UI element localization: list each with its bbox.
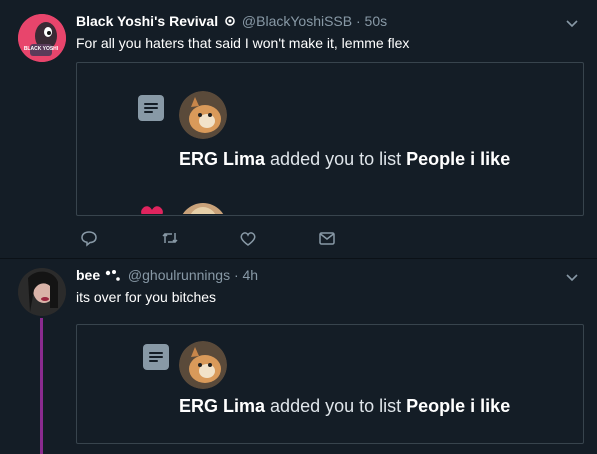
display-name[interactable]: Black Yoshi's Revival (76, 13, 218, 29)
like-icon[interactable] (238, 228, 258, 248)
tweet[interactable]: BLACK YOSHI Black Yoshi's Revival @Black… (0, 0, 597, 259)
notification-text: ERG Lima added you to list People i like (179, 149, 510, 170)
display-name[interactable]: bee (76, 267, 100, 283)
list-icon (143, 344, 169, 370)
avatar (179, 91, 227, 139)
tweet-header: bee @ghoulrunnings · 4h (76, 267, 258, 283)
list-name: People i like (406, 396, 511, 416)
handle-and-time[interactable]: @BlackYoshiSSB · 50s (242, 13, 387, 29)
notification-action: added you to list (270, 396, 402, 416)
avatar (179, 203, 227, 214)
dm-icon[interactable] (317, 228, 337, 248)
handle-and-time[interactable]: @ghoulrunnings · 4h (128, 267, 258, 283)
list-owner: ERG Lima (179, 396, 266, 416)
tweet-actions (76, 228, 356, 248)
list-icon (138, 95, 164, 121)
protected-icon (222, 13, 242, 29)
avatar[interactable] (18, 268, 66, 316)
chevron-down-icon[interactable] (565, 16, 579, 30)
avatar[interactable]: BLACK YOSHI (18, 14, 66, 62)
thread-line (40, 318, 43, 454)
embedded-media[interactable]: ERG Lima added you to list People i like (76, 62, 584, 216)
tweet-header: Black Yoshi's Revival @BlackYoshiSSB · 5… (76, 13, 387, 29)
heart-icon (137, 203, 167, 214)
chevron-down-icon[interactable] (565, 270, 579, 284)
avatar (179, 341, 227, 389)
avatar-text: BLACK YOSHI (24, 46, 59, 52)
list-owner: ERG Lima (179, 149, 266, 169)
list-name: People i like (406, 149, 511, 169)
tweet-text: its over for you bitches (76, 289, 217, 305)
tweet-text: For all you haters that said I won't mak… (76, 35, 410, 51)
notification-action: added you to list (270, 149, 402, 169)
reply-icon[interactable] (79, 228, 99, 248)
embedded-media[interactable]: ERG Lima added you to list People i like (76, 324, 584, 444)
notification-text: ERG Lima added you to list People i like (179, 396, 510, 417)
emoji-icon (104, 267, 128, 283)
retweet-icon[interactable] (160, 228, 180, 248)
